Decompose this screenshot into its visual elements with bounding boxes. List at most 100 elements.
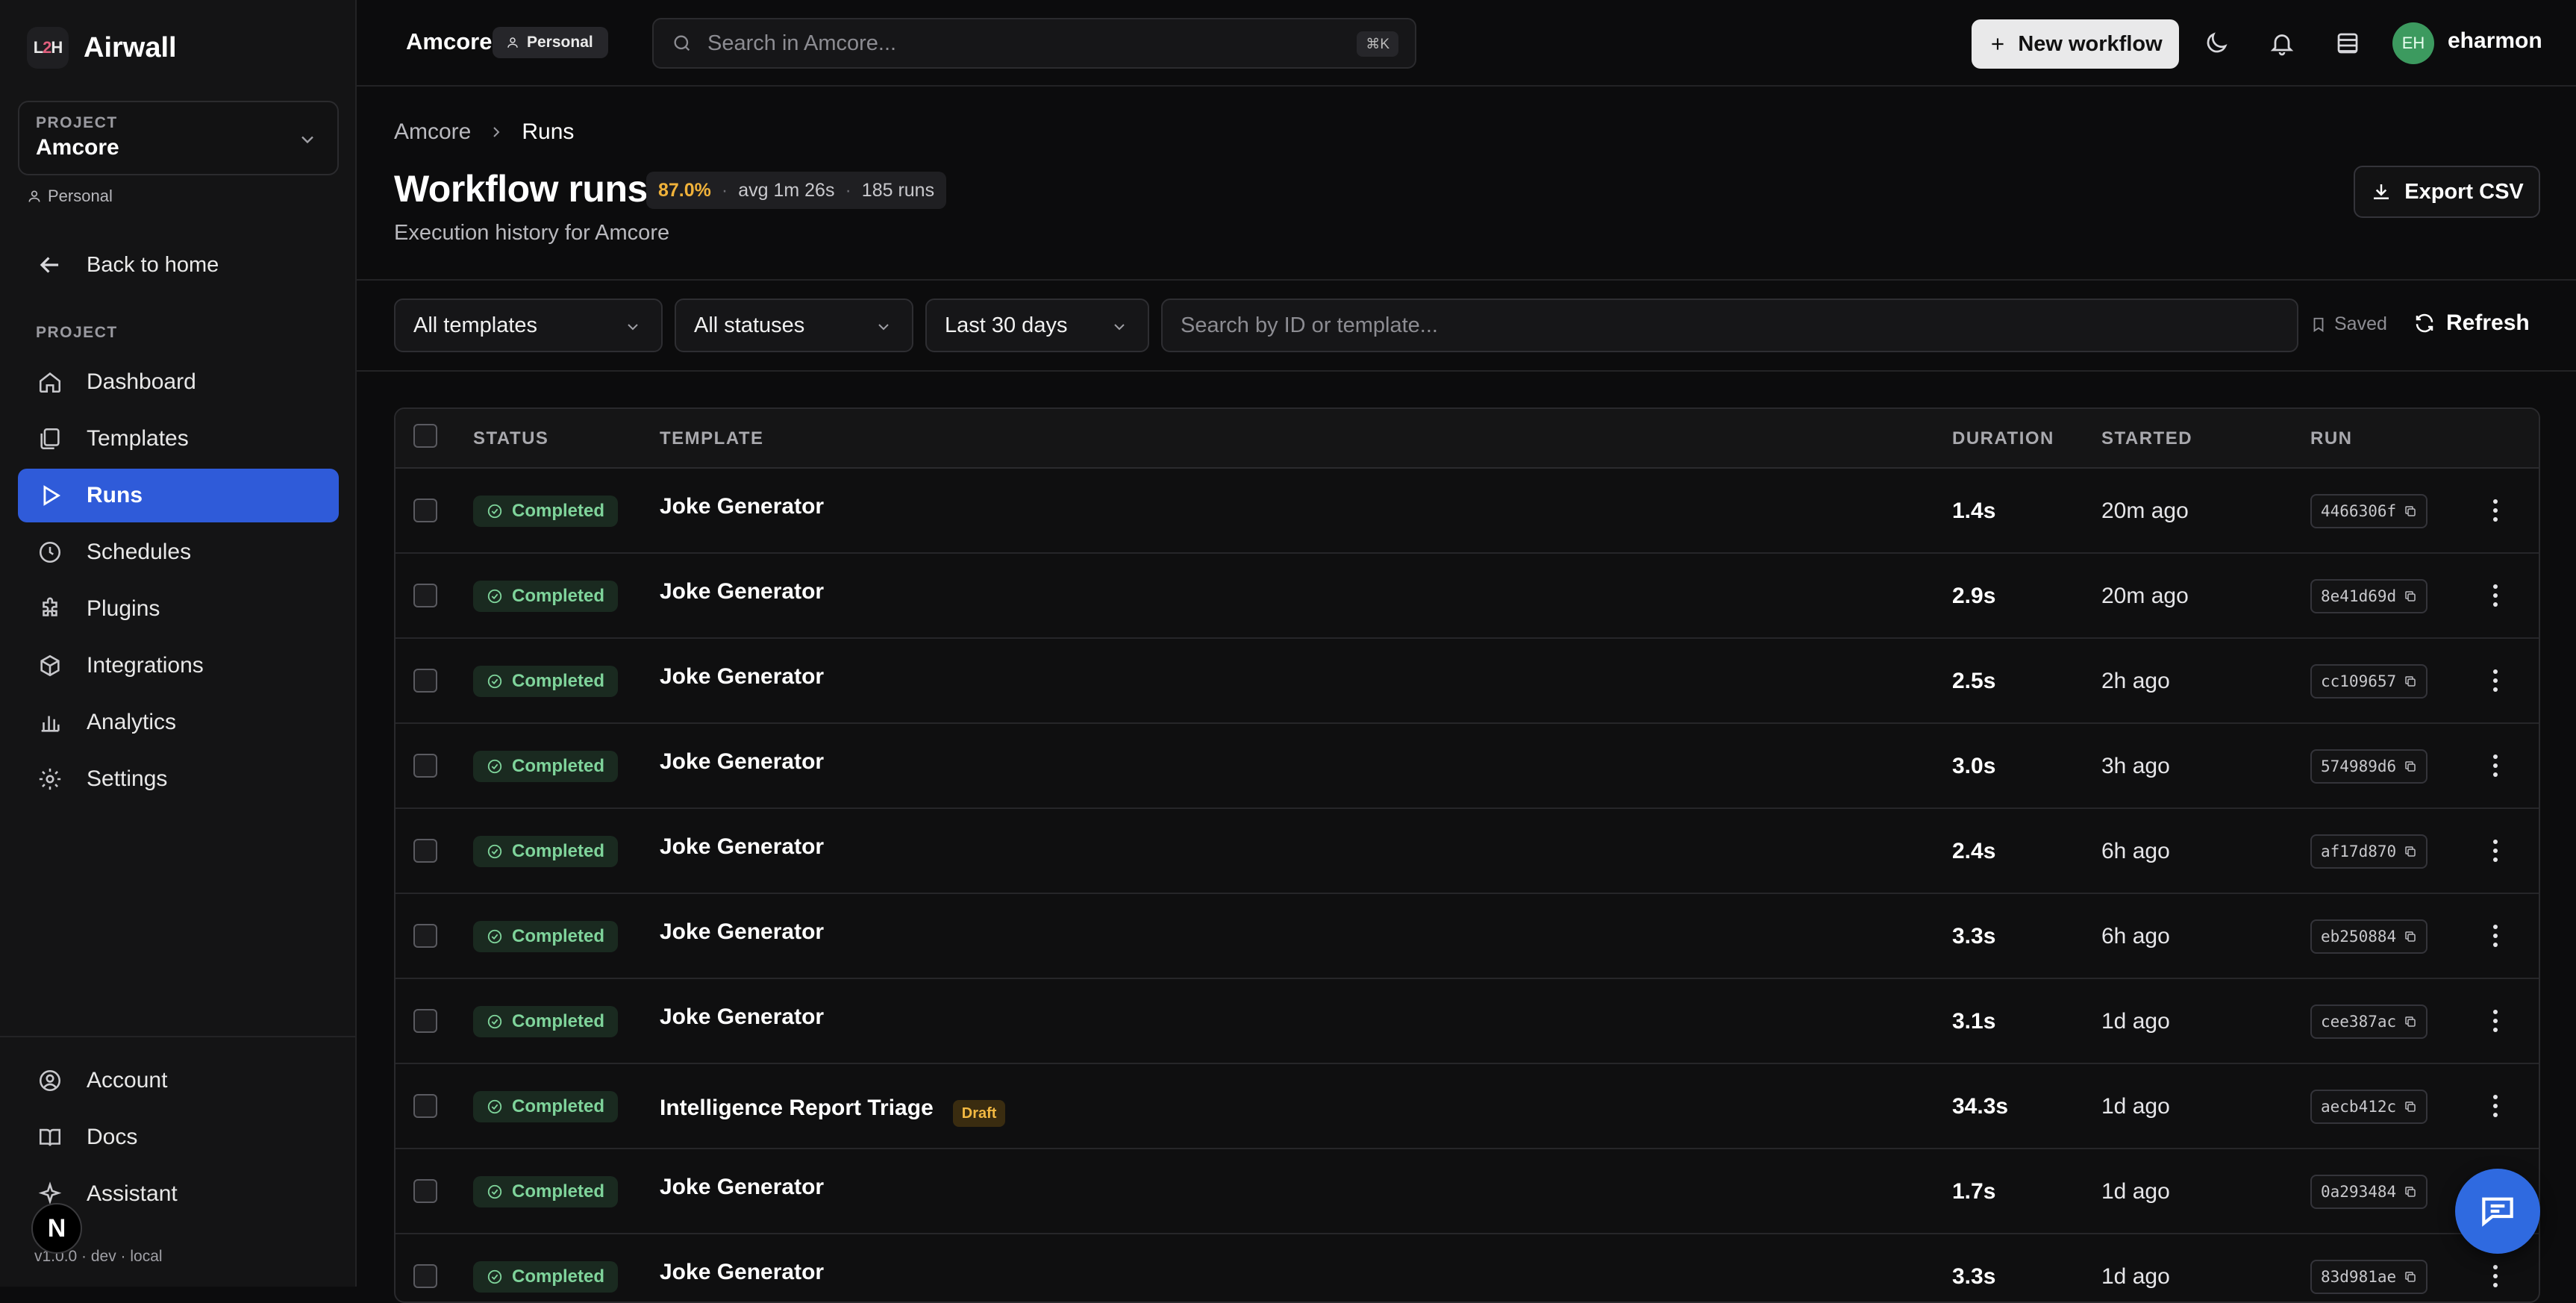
framework-badge[interactable]: N xyxy=(31,1203,82,1254)
avatar[interactable]: EH xyxy=(2392,22,2434,64)
run-id-chip[interactable]: eb250884 xyxy=(2310,919,2428,954)
sidebar-item-docs[interactable]: Docs xyxy=(18,1110,339,1164)
chat-button[interactable] xyxy=(2455,1169,2540,1254)
template-cell[interactable]: Joke Generator xyxy=(660,749,824,775)
table-row[interactable]: Completed Joke Generator 3.1s 1d ago cee… xyxy=(396,979,2539,1064)
copy-icon[interactable] xyxy=(2404,845,2417,858)
column-header-run[interactable]: RUN xyxy=(2310,428,2353,449)
sidebar-item-templates[interactable]: Templates xyxy=(18,412,339,466)
run-id-chip[interactable]: aecb412c xyxy=(2310,1090,2428,1124)
row-checkbox[interactable] xyxy=(413,924,437,948)
template-filter-select[interactable]: All templates xyxy=(394,299,663,352)
sidebar-item-schedules[interactable]: Schedules xyxy=(18,525,339,579)
moon-icon[interactable] xyxy=(2200,27,2233,60)
copy-icon[interactable] xyxy=(2404,930,2417,943)
template-cell[interactable]: Joke Generator xyxy=(660,1260,824,1285)
saved-views-button[interactable]: Saved xyxy=(2310,313,2387,335)
refresh-button[interactable]: Refresh xyxy=(2413,310,2530,336)
row-actions-menu-icon[interactable] xyxy=(2488,751,2503,781)
row-actions-menu-icon[interactable] xyxy=(2488,1006,2503,1036)
row-checkbox[interactable] xyxy=(413,669,437,693)
row-checkbox[interactable] xyxy=(413,499,437,522)
row-checkbox[interactable] xyxy=(413,754,437,778)
project-selector[interactable]: PROJECT Amcore xyxy=(18,101,339,175)
row-checkbox[interactable] xyxy=(413,1264,437,1288)
copy-icon[interactable] xyxy=(2404,1015,2417,1028)
template-cell[interactable]: Joke Generator xyxy=(660,1004,824,1030)
column-header-template[interactable]: TEMPLATE xyxy=(660,428,764,449)
sidebar-item-plugins[interactable]: Plugins xyxy=(18,582,339,636)
template-cell[interactable]: Joke Generator xyxy=(660,1175,824,1200)
row-actions-menu-icon[interactable] xyxy=(2488,666,2503,696)
run-id-chip[interactable]: 4466306f xyxy=(2310,494,2428,528)
status-badge: Completed xyxy=(473,836,619,867)
run-id-chip[interactable]: 0a293484 xyxy=(2310,1175,2428,1209)
table-row[interactable]: Completed Joke Generator 1.4s 20m ago 44… xyxy=(396,469,2539,554)
row-actions-menu-icon[interactable] xyxy=(2488,921,2503,951)
breadcrumb-item-project[interactable]: Amcore xyxy=(394,119,471,145)
template-cell[interactable]: Joke Generator xyxy=(660,664,824,690)
run-id-chip[interactable]: cc109657 xyxy=(2310,664,2428,699)
global-search-input[interactable]: Search in Amcore... ⌘K xyxy=(652,18,1416,69)
row-actions-menu-icon[interactable] xyxy=(2488,1261,2503,1291)
templates-icon xyxy=(36,425,64,453)
run-id-chip[interactable]: 574989d6 xyxy=(2310,749,2428,784)
run-id-chip[interactable]: cee387ac xyxy=(2310,1004,2428,1039)
new-workflow-button[interactable]: New workflow xyxy=(1972,19,2179,69)
column-header-duration[interactable]: DURATION xyxy=(1952,428,2054,449)
sidebar-item-settings[interactable]: Settings xyxy=(18,752,339,806)
table-row[interactable]: Completed Joke Generator 3.3s 1d ago 83d… xyxy=(396,1234,2539,1302)
row-checkbox[interactable] xyxy=(413,584,437,607)
table-row[interactable]: Completed Joke Generator 2.9s 20m ago 8e… xyxy=(396,554,2539,639)
template-name: Joke Generator xyxy=(660,834,825,859)
template-cell[interactable]: Joke Generator xyxy=(660,919,824,945)
table-row[interactable]: Completed Joke Generator 3.3s 6h ago eb2… xyxy=(396,894,2539,979)
table-row[interactable]: Completed Intelligence Report Triage Dra… xyxy=(396,1064,2539,1149)
template-cell[interactable]: Joke Generator xyxy=(660,834,824,860)
username[interactable]: eharmon xyxy=(2448,28,2542,54)
column-header-status[interactable]: STATUS xyxy=(473,428,548,449)
run-search-input[interactable]: Search by ID or template... xyxy=(1161,299,2298,352)
copy-icon[interactable] xyxy=(2404,1270,2417,1284)
copy-icon[interactable] xyxy=(2404,675,2417,688)
back-to-home-link[interactable]: Back to home xyxy=(36,251,219,279)
export-csv-button[interactable]: Export CSV xyxy=(2354,166,2540,218)
status-filter-select[interactable]: All statuses xyxy=(675,299,913,352)
table-row[interactable]: Completed Joke Generator 3.0s 3h ago 574… xyxy=(396,724,2539,809)
brand[interactable]: L2H Airwall xyxy=(27,27,177,69)
row-checkbox[interactable] xyxy=(413,1179,437,1203)
select-all-checkbox[interactable] xyxy=(413,424,437,448)
sidebar-item-account[interactable]: Account xyxy=(18,1054,339,1107)
sidebar-item-integrations[interactable]: Integrations xyxy=(18,639,339,693)
personal-badge: Personal xyxy=(493,27,608,58)
row-actions-menu-icon[interactable] xyxy=(2488,836,2503,866)
row-checkbox[interactable] xyxy=(413,1094,437,1118)
template-cell[interactable]: Intelligence Report Triage Draft xyxy=(660,1090,1006,1127)
table-row[interactable]: Completed Joke Generator 2.5s 2h ago cc1… xyxy=(396,639,2539,724)
sidebar-item-dashboard[interactable]: Dashboard xyxy=(18,355,339,409)
row-actions-menu-icon[interactable] xyxy=(2488,1091,2503,1121)
bell-icon[interactable] xyxy=(2266,27,2298,60)
row-actions-menu-icon[interactable] xyxy=(2488,581,2503,610)
list-icon[interactable] xyxy=(2331,27,2364,60)
table-row[interactable]: Completed Joke Generator 1.7s 1d ago 0a2… xyxy=(396,1149,2539,1234)
run-id-chip[interactable]: 83d981ae xyxy=(2310,1260,2428,1294)
copy-icon[interactable] xyxy=(2404,1100,2417,1113)
sidebar-item-label: Settings xyxy=(87,766,168,791)
sidebar-item-runs[interactable]: Runs xyxy=(18,469,339,522)
row-checkbox[interactable] xyxy=(413,1009,437,1033)
template-cell[interactable]: Joke Generator xyxy=(660,579,824,604)
template-cell[interactable]: Joke Generator xyxy=(660,494,824,519)
copy-icon[interactable] xyxy=(2404,590,2417,603)
date-range-select[interactable]: Last 30 days xyxy=(925,299,1149,352)
table-row[interactable]: Completed Joke Generator 2.4s 6h ago af1… xyxy=(396,809,2539,894)
column-header-started[interactable]: STARTED xyxy=(2101,428,2192,449)
copy-icon[interactable] xyxy=(2404,760,2417,773)
copy-icon[interactable] xyxy=(2404,504,2417,518)
row-actions-menu-icon[interactable] xyxy=(2488,496,2503,525)
row-checkbox[interactable] xyxy=(413,839,437,863)
copy-icon[interactable] xyxy=(2404,1185,2417,1199)
sidebar-item-analytics[interactable]: Analytics xyxy=(18,696,339,749)
run-id-chip[interactable]: 8e41d69d xyxy=(2310,579,2428,613)
run-id-chip[interactable]: af17d870 xyxy=(2310,834,2428,869)
